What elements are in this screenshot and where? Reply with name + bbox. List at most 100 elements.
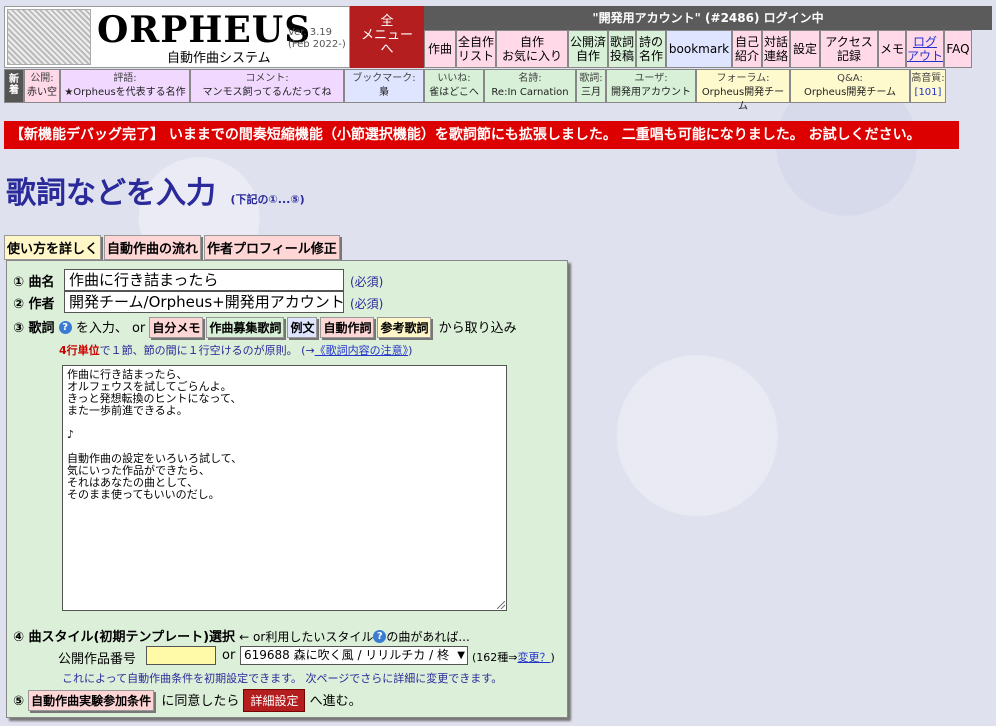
nav-item[interactable]: 設定 <box>790 30 820 68</box>
site-header: ORPHEUS 自動作曲システム Ver. 3.19 (Feb 2022-) 全… <box>4 6 992 112</box>
lyrics-textarea[interactable]: 作曲に行き詰まったら、 オルフェウスを試してごらんよ。 きっと発想転換のヒントに… <box>62 365 507 611</box>
pub-num-input[interactable] <box>146 646 216 665</box>
nav-item[interactable]: 歌詞 投稿 <box>608 30 636 68</box>
author-input[interactable]: 開発チーム/Orpheus+開発用アカウント <box>64 291 344 313</box>
page-title: 歌詞などを入力 (下記の①...⑤) <box>6 168 305 212</box>
news-item[interactable]: 評語: ★Orpheusを代表する名作 <box>60 69 190 103</box>
nav-item[interactable]: 詩の 名作 <box>636 30 666 68</box>
nav-item[interactable]: 作曲 <box>424 30 456 68</box>
news-item[interactable]: コメント: マンモス飼ってるんだってね <box>190 69 344 103</box>
main-nav: 作曲 全自作 リスト 自作 お気に入り 公開済 自作 歌詞 投稿 詩の 名作 bookmar… <box>424 30 992 68</box>
news-item-value: 梟 <box>379 87 389 98</box>
news-item-value: 三月 <box>581 87 601 98</box>
style-count-end: ) <box>550 651 555 664</box>
howto-button[interactable]: 使い方を詳しく <box>4 235 102 260</box>
nav-item[interactable]: アクセス 記録 <box>820 30 878 68</box>
lyrics-caution-link[interactable]: 《歌詞内容の注意》 <box>315 344 409 357</box>
news-item-value: Orpheus開発チーム <box>803 87 897 98</box>
page-title-subtitle: (下記の①...⑤) <box>230 193 305 206</box>
author-required: (必須) <box>350 297 384 311</box>
news-item-label: 歌詞: <box>579 73 603 84</box>
nav-item[interactable]: 全自作 リスト <box>456 30 496 68</box>
lyrics-source-button[interactable]: 参考歌詞 <box>377 317 432 338</box>
news-item[interactable]: 高音質: [101] <box>910 69 946 103</box>
nav-item[interactable]: FAQ <box>944 30 972 68</box>
agree-text: に同意したら <box>161 694 240 709</box>
news-item[interactable]: ブックマーク: 梟 <box>344 69 424 103</box>
logo[interactable]: ORPHEUS 自動作曲システム Ver. 3.19 (Feb 2022-) <box>4 6 350 68</box>
author-label: ② 作者 <box>13 297 55 312</box>
nav-item[interactable]: 公開済 自作 <box>568 30 608 68</box>
profile-edit-button[interactable]: 作者プロフィール修正 <box>204 235 340 260</box>
news-item-label: 評語: <box>113 73 137 84</box>
lyrics-source-button[interactable]: 例文 <box>287 317 318 338</box>
lyrics-rule-text: で１節、節の間に１行空けるのが原則。 (→ <box>99 344 315 357</box>
pub-num-label: 公開作品番号 <box>58 652 137 667</box>
style-hint-end: の曲があれば... <box>386 630 470 644</box>
version-number: Ver. 3.19 <box>288 27 333 38</box>
title-label: ① 曲名 <box>13 275 55 290</box>
news-item[interactable]: ユーザ: 開発用アカウント <box>606 69 696 103</box>
news-row: 新 着 公開: 赤い空 評語: ★Orpheusを代表する名作 コメント: マンモス飼って… <box>4 69 992 112</box>
news-item-value: Orpheus開発チーム <box>701 87 785 112</box>
help-icon[interactable]: ? <box>58 321 72 334</box>
style-change-link[interactable]: 変更？ <box>518 651 551 664</box>
nav-item[interactable]: 自己 紹介 <box>732 30 762 68</box>
news-item[interactable]: 公開: 赤い空 <box>24 69 60 103</box>
news-item-value: 赤い空 <box>27 87 57 98</box>
all-menu-button[interactable]: 全 メニュー へ <box>350 6 424 68</box>
news-item[interactable]: フォーラム: Orpheus開発チーム <box>696 69 790 112</box>
lyrics-rule: 4行単位で１節、節の間に１行空けるのが原則。 (→《歌詞内容の注意》) <box>59 342 412 358</box>
style-note: これによって自動作曲条件を初期設定できます。 次ページでさらに詳細に変更できます… <box>62 672 503 685</box>
announcement-banner: 【新機能デバッグ完了】 いままでの間奏短縮機能（小節選択機能）を歌詞節にも拡張し… <box>4 121 959 149</box>
logo-image <box>7 9 91 65</box>
news-item-label: コメント: <box>245 73 289 84</box>
news-item[interactable]: いいね: 雀はどこへ <box>424 69 484 103</box>
lyrics-source-row: ③ 歌詞 ? を入力、 or 自分メモ 作曲募集歌詞 例文 自動作詞 参考歌詞 から取り… <box>13 317 517 338</box>
nav-item[interactable]: メモ <box>878 30 906 68</box>
news-item-value: Re:In Carnation <box>491 87 569 98</box>
song-title-input[interactable]: 作曲に行き詰まったら <box>64 269 344 291</box>
nav-item[interactable]: 自作 お気に入り <box>496 30 568 68</box>
top-buttons: 使い方を詳しく 自動作曲の流れ 作者プロフィール修正 <box>4 235 340 260</box>
agree-label: ⑤ <box>13 694 25 709</box>
agree-conditions-button[interactable]: 自動作曲実験参加条件 <box>28 690 155 711</box>
lyrics-suffix: から取り込み <box>438 321 517 336</box>
nav-item[interactable]: bookmark <box>666 30 732 68</box>
lyrics-rule-end: ) <box>408 344 413 357</box>
news-item-label: 高音質: <box>911 73 945 84</box>
lyrics-sources: 自分メモ 作曲募集歌詞 例文 自動作詞 参考歌詞 <box>149 317 434 338</box>
news-item-value: マンモス飼ってるんだってね <box>202 87 332 98</box>
news-item-value: ★Orpheusを代表する名作 <box>64 87 186 98</box>
lyrics-label: ③ 歌詞 <box>13 321 55 336</box>
news-item-label: ブックマーク: <box>352 73 416 84</box>
agree-row: ⑤ 自動作曲実験参加条件 に同意したら 詳細設定 へ進む。 <box>13 689 362 712</box>
new-tag: 新 着 <box>4 69 24 103</box>
news-item-value: 開発用アカウント <box>611 87 691 98</box>
news-item-value: [101] <box>914 87 942 98</box>
nav-item[interactable]: 対話 連絡 <box>762 30 790 68</box>
style-select[interactable]: 619688 森に吹く風 / リリルチカ / 柊 ▼ <box>240 646 468 665</box>
lyrics-input-text: を入力、 or <box>75 321 146 336</box>
flow-button[interactable]: 自動作曲の流れ <box>104 235 202 260</box>
news-item-label: いいね: <box>437 73 471 84</box>
version-info: Ver. 3.19 (Feb 2022-) <box>288 27 346 51</box>
style-row: ④ 曲スタイル(初期テンプレート)選択 ← or利用したいスタイル? の曲があれば… <box>13 626 470 645</box>
page-title-text: 歌詞などを入力 <box>6 176 216 211</box>
lyrics-source-button[interactable]: 作曲募集歌詞 <box>206 317 285 338</box>
lyrics-source-button[interactable]: 自分メモ <box>149 317 204 338</box>
style-hint: ← or利用したいスタイル <box>239 630 374 644</box>
style-label: ④ 曲スタイル(初期テンプレート)選択 <box>13 630 236 645</box>
news-item[interactable]: 歌詞: 三月 <box>576 69 606 103</box>
lyrics-source-button[interactable]: 自動作詞 <box>320 317 375 338</box>
detail-settings-button[interactable]: 詳細設定 <box>243 689 306 712</box>
news-item[interactable]: Q&A: Orpheus開発チーム <box>790 69 910 103</box>
help-icon[interactable]: ? <box>373 630 387 643</box>
proceed-text: へ進む。 <box>309 694 362 709</box>
nav-item[interactable]: ログ アウト <box>906 30 944 68</box>
title-required: (必須) <box>350 275 384 289</box>
news-item[interactable]: 名詩: Re:In Carnation <box>484 69 576 103</box>
news-item-label: フォーラム: <box>716 73 770 84</box>
lyrics-rule-highlight: 4行単位 <box>59 344 100 357</box>
resize-grip[interactable] <box>497 601 505 609</box>
